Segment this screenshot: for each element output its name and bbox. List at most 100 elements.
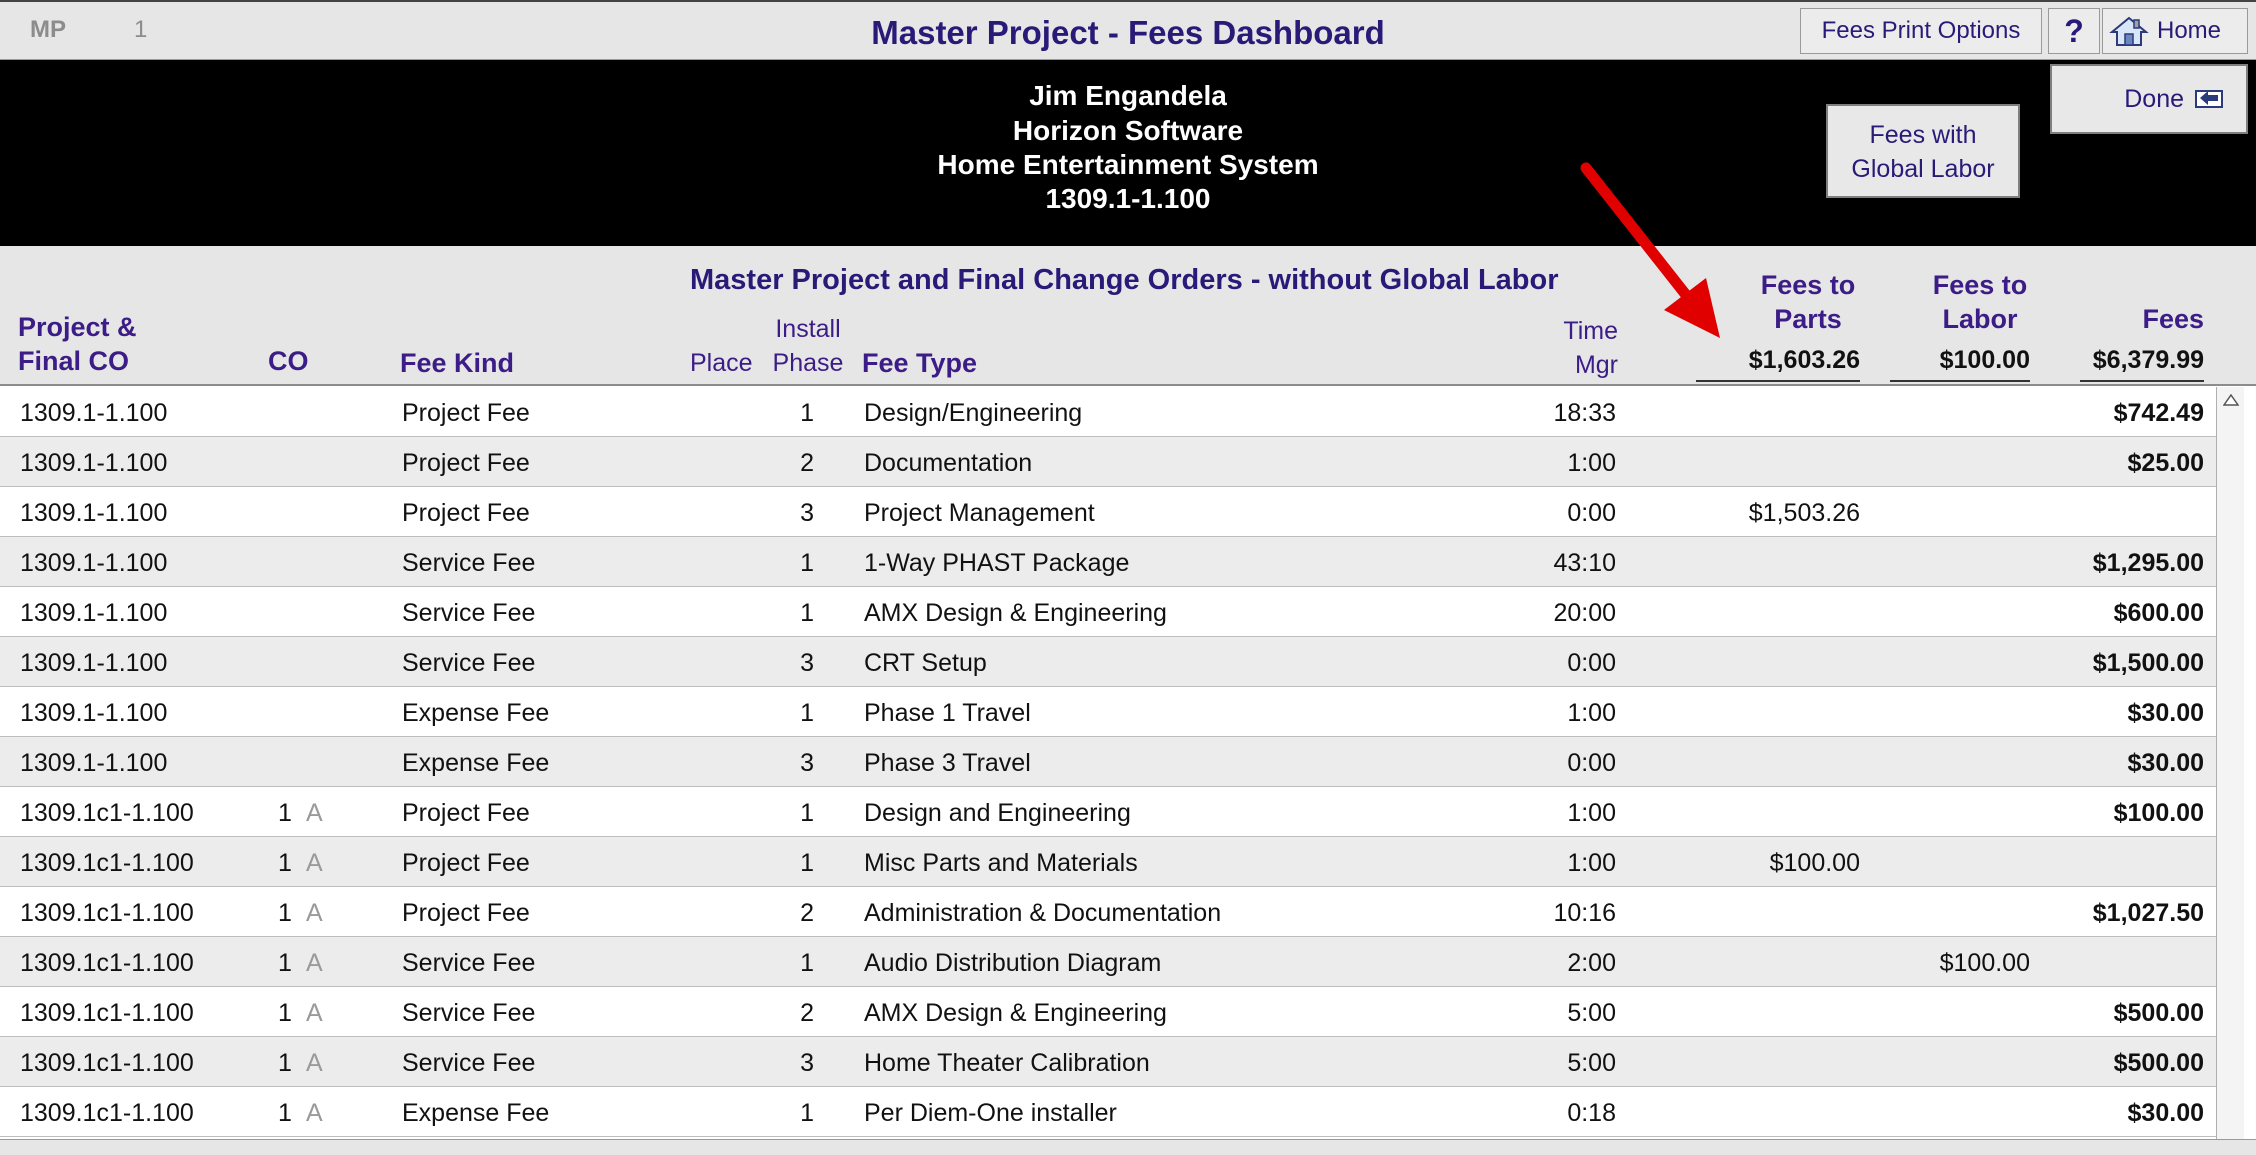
cell-project: 1309.1c1-1.100 [20,899,194,927]
cell-time: 5:00 [1567,1049,1616,1077]
cell-fee-type: Phase 3 Travel [864,749,1031,777]
col-fees-to-labor-line1: Fees to [1932,270,2028,300]
cell-fee-kind: Service Fee [402,1049,536,1077]
col-labor: Labor [1942,304,2018,334]
cell-co-status: A [306,799,323,827]
cell-project: 1309.1c1-1.100 [20,849,194,877]
fees-table: 1309.1-1.100 Project Fee 1 Design/Engine… [0,387,2216,1137]
cell-time: 0:00 [1567,749,1616,777]
scroll-up-arrow-icon[interactable] [2217,387,2244,413]
col-mgr: Mgr [1574,351,1618,379]
cell-fees: $1,295.00 [2092,549,2204,577]
cell-fee-kind: Service Fee [402,999,536,1027]
cell-fee-type: Administration & Documentation [864,899,1222,927]
cell-fees: $600.00 [2113,599,2204,627]
table-row[interactable]: 1309.1-1.100 Project Fee 1 Design/Engine… [0,387,2216,437]
fees-print-options-button[interactable]: Fees Print Options [1800,8,2042,54]
col-place: Place [690,349,753,377]
table-row[interactable]: 1309.1c1-1.100 1 A Project Fee 1 Design … [0,787,2216,837]
cell-co-status: A [306,1099,323,1127]
table-subtitle: Master Project and Final Change Orders -… [690,264,1559,296]
title-bar: MP 1 Master Project - Fees Dashboard Fee… [0,0,2256,60]
cell-fee-type: AMX Design & Engineering [864,599,1167,627]
cell-fee-type: 1-Way PHAST Package [864,549,1130,577]
cell-co-status: A [306,949,323,977]
cell-phase: 1 [800,399,814,427]
cell-fees-to-labor: $100.00 [1939,949,2030,977]
cell-phase: 1 [800,949,814,977]
table-row[interactable]: 1309.1-1.100 Service Fee 1 AMX Design & … [0,587,2216,637]
cell-project: 1309.1-1.100 [20,749,168,777]
cell-time: 1:00 [1567,849,1616,877]
table-row[interactable]: 1309.1-1.100 Project Fee 3 Project Manag… [0,487,2216,537]
cell-co-status: A [306,999,323,1027]
table-row[interactable]: 1309.1-1.100 Service Fee 3 CRT Setup 0:0… [0,637,2216,687]
cell-phase: 1 [800,849,814,877]
cell-fees: $1,027.50 [2092,899,2204,927]
table-row[interactable]: 1309.1-1.100 Service Fee 1 1-Way PHAST P… [0,537,2216,587]
cell-project: 1309.1c1-1.100 [20,999,194,1027]
cell-phase: 2 [800,899,814,927]
cell-time: 18:33 [1553,399,1616,427]
cell-co: 1 [278,1099,292,1127]
cell-fee-type: Documentation [864,449,1033,477]
cell-fees: $30.00 [2127,699,2204,727]
help-button[interactable]: ? [2048,8,2100,54]
cell-time: 43:10 [1553,549,1616,577]
table-row[interactable]: 1309.1c1-1.100 1 A Service Fee 1 Audio D… [0,937,2216,987]
table-row[interactable]: 1309.1c1-1.100 1 A Expense Fee 1 Per Die… [0,1087,2216,1137]
cell-project: 1309.1-1.100 [20,449,168,477]
cell-time: 0:00 [1567,499,1616,527]
col-install: Install [775,315,841,343]
cell-fee-kind: Service Fee [402,949,536,977]
col-project-line1: Project & [18,312,137,342]
table-row[interactable]: 1309.1c1-1.100 1 A Project Fee 1 Misc Pa… [0,837,2216,887]
table-row[interactable]: 1309.1c1-1.100 1 A Project Fee 2 Adminis… [0,887,2216,937]
table-row[interactable]: 1309.1c1-1.100 1 A Service Fee 2 AMX Des… [0,987,2216,1037]
cell-phase: 1 [800,699,814,727]
total-parts: $1,603.26 [1696,346,1860,382]
cell-phase: 2 [800,449,814,477]
cell-phase: 1 [800,599,814,627]
cell-fee-type: Design and Engineering [864,799,1131,827]
col-time: Time [1563,317,1618,345]
table-row[interactable]: 1309.1c1-1.100 1 A Service Fee 3 Home Th… [0,1037,2216,1087]
cell-phase: 3 [800,499,814,527]
cell-fees: $500.00 [2113,1049,2204,1077]
vertical-scrollbar[interactable] [2216,387,2244,1139]
cell-fee-kind: Project Fee [402,399,530,427]
cell-fee-kind: Project Fee [402,449,530,477]
cell-time: 2:00 [1567,949,1616,977]
cell-fees: $100.00 [2113,799,2204,827]
cell-fee-kind: Expense Fee [402,699,550,727]
cell-fee-type: Per Diem-One installer [864,1099,1117,1127]
cell-project: 1309.1-1.100 [20,499,168,527]
done-button[interactable]: Done [2050,64,2248,134]
cell-project: 1309.1c1-1.100 [20,1099,194,1127]
cell-co-status: A [306,899,323,927]
cell-project: 1309.1-1.100 [20,699,168,727]
cell-co: 1 [278,1049,292,1077]
col-project-line2: Final CO [18,346,130,376]
cell-phase: 1 [800,549,814,577]
cell-fees: $742.49 [2113,399,2204,427]
cell-time: 20:00 [1553,599,1616,627]
cell-fee-kind: Expense Fee [402,749,550,777]
cell-co: 1 [278,899,292,927]
cell-fee-type: AMX Design & Engineering [864,999,1167,1027]
cell-fees-to-parts: $100.00 [1769,849,1860,877]
cell-fee-kind: Service Fee [402,649,536,677]
table-row[interactable]: 1309.1-1.100 Expense Fee 1 Phase 1 Trave… [0,687,2216,737]
table-row[interactable]: 1309.1-1.100 Expense Fee 3 Phase 3 Trave… [0,737,2216,787]
table-row[interactable]: 1309.1-1.100 Project Fee 2 Documentation… [0,437,2216,487]
fees-with-global-labor-button[interactable]: Fees with Global Labor [1826,104,2020,198]
col-phase: Phase [772,349,844,377]
cell-fee-kind: Expense Fee [402,1099,550,1127]
cell-phase: 1 [800,799,814,827]
cell-fee-type: Phase 1 Travel [864,699,1031,727]
column-header: Master Project and Final Change Orders -… [0,246,2256,386]
home-button[interactable]: Home [2102,8,2248,54]
cell-time: 0:00 [1567,649,1616,677]
done-label: Done [2124,84,2184,113]
cell-fee-type: Home Theater Calibration [864,1049,1150,1077]
